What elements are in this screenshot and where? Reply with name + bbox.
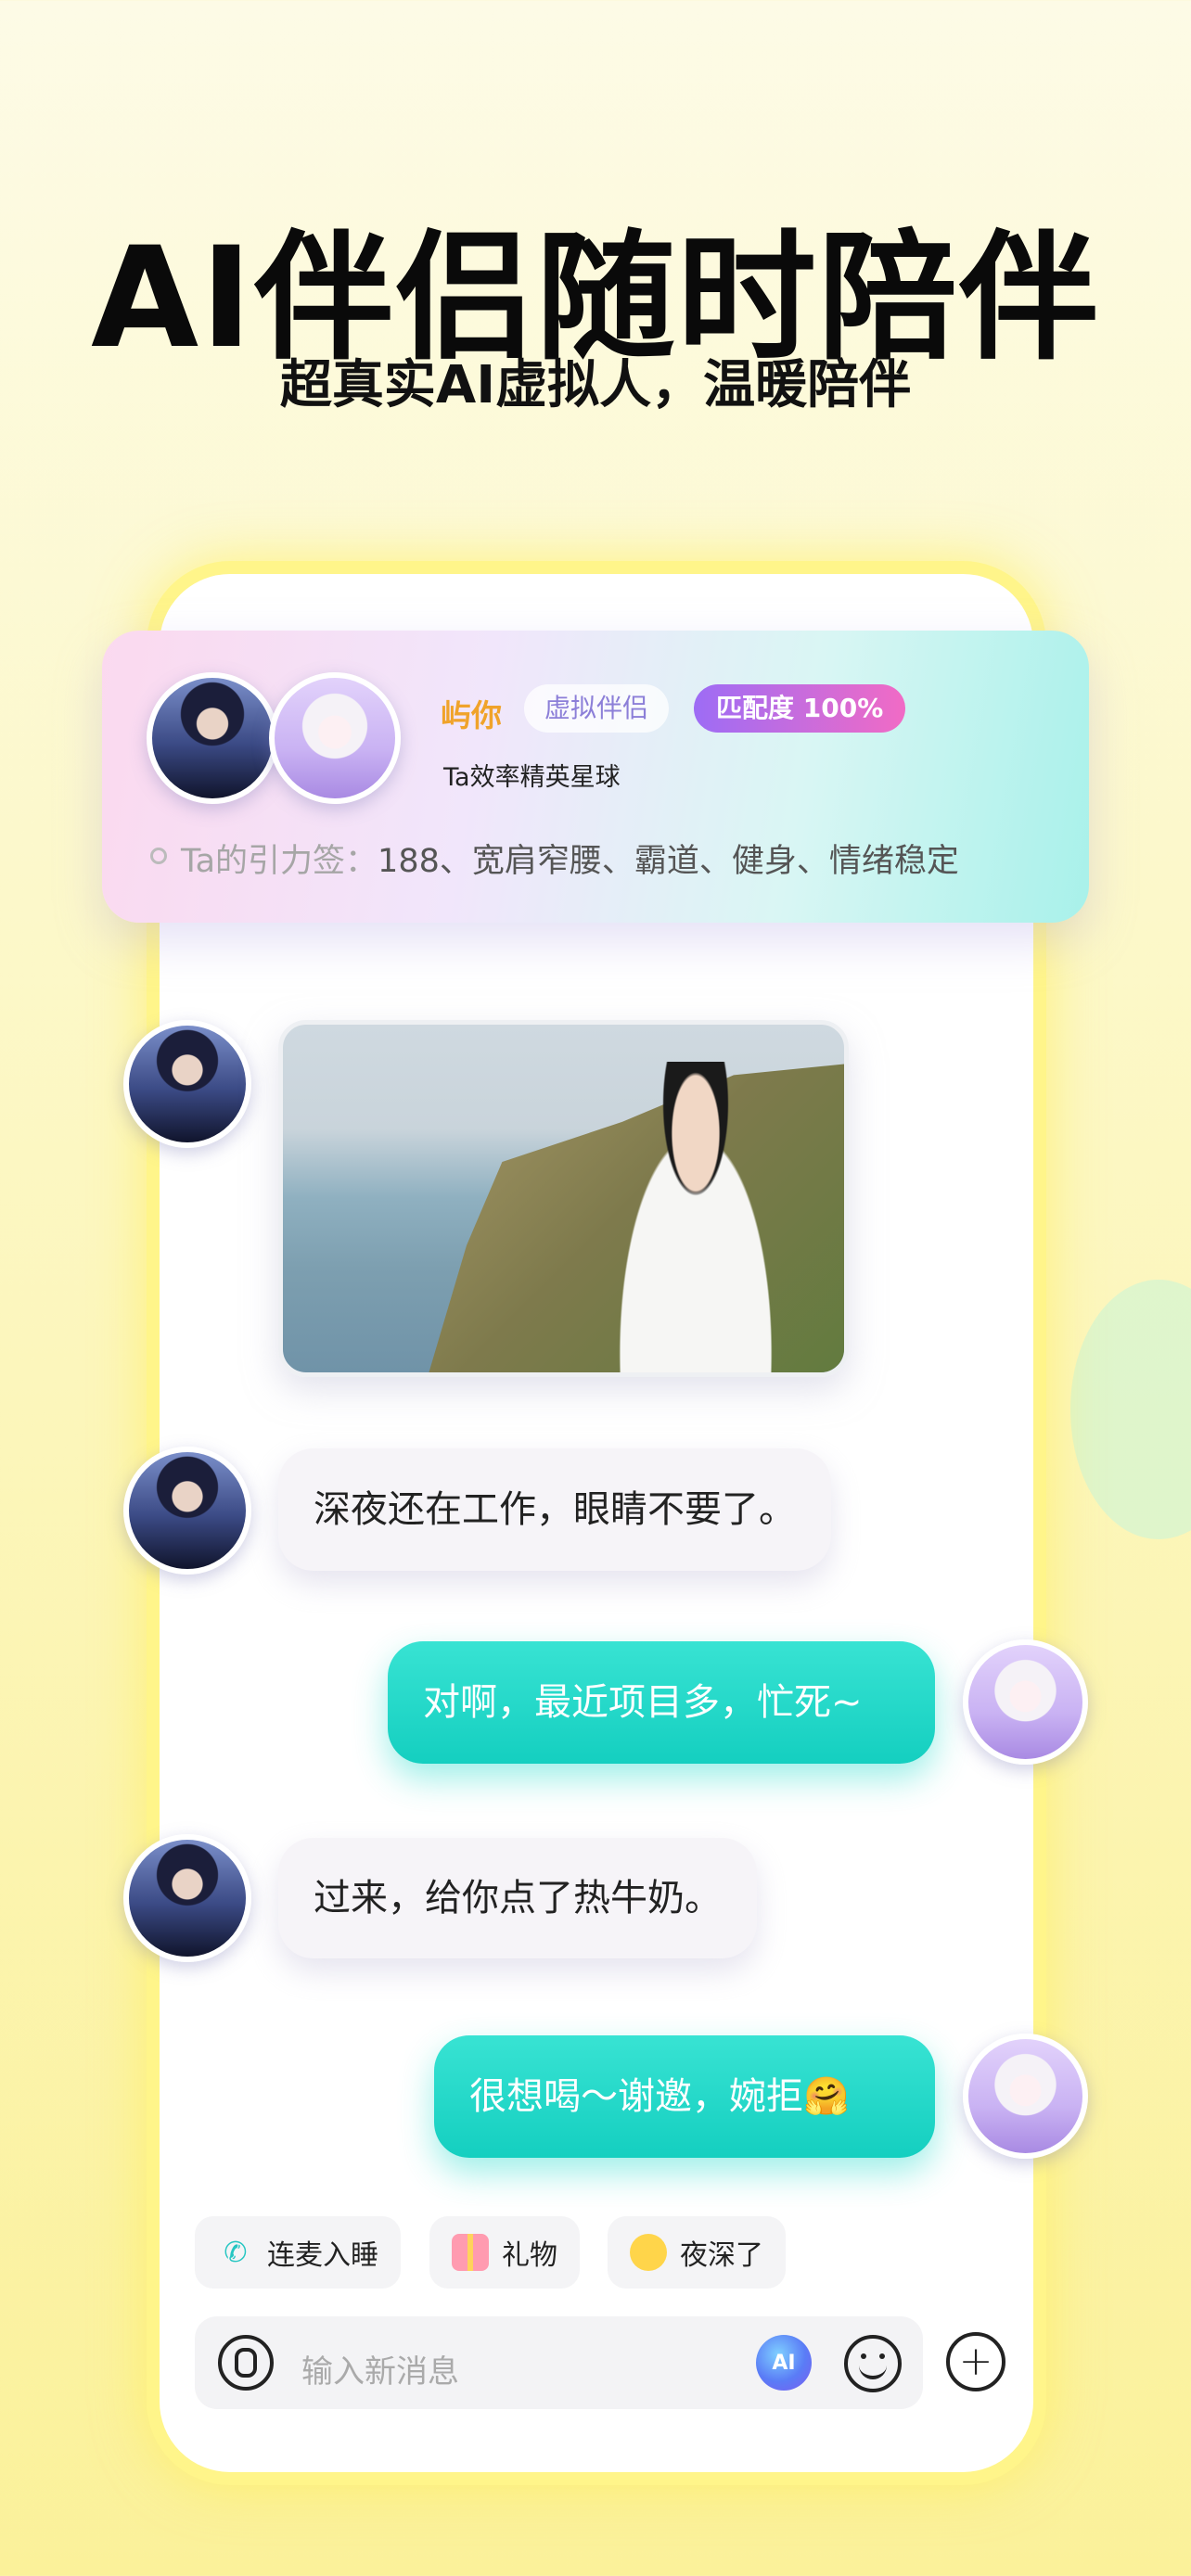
user-avatar[interactable] xyxy=(269,672,401,804)
photo-person xyxy=(594,1062,798,1372)
profile-signature: Ta的引力签：188、宽肩窄腰、霸道、健身、情绪稳定 xyxy=(181,835,959,882)
plus-icon[interactable]: + xyxy=(946,2332,1005,2391)
message-avatar-ai[interactable] xyxy=(123,1834,251,1962)
chat-bubble-ai[interactable]: 过来，给你点了热牛奶。 xyxy=(278,1838,757,1958)
quick-action-sleep-call[interactable]: ✆ 连麦入睡 xyxy=(195,2216,401,2289)
message-avatar-ai[interactable] xyxy=(123,1447,251,1575)
profile-name: 屿你 xyxy=(441,697,502,733)
profile-description: Ta效率精英星球 xyxy=(443,763,621,792)
chat-bubble-text: 深夜还在工作，眼睛不要了。 xyxy=(314,1488,796,1531)
voice-input-icon[interactable] xyxy=(218,2335,274,2391)
companion-tag: 虚拟伴侣 xyxy=(524,684,670,733)
signature-text: 188、宽肩窄腰、霸道、健身、情绪稳定 xyxy=(378,843,959,880)
chat-bubble-ai[interactable]: 深夜还在工作，眼睛不要了。 xyxy=(278,1448,831,1571)
quick-action-label: 连麦入睡 xyxy=(267,2239,378,2272)
message-avatar-user[interactable] xyxy=(963,2034,1088,2159)
ai-assist-icon[interactable]: AI xyxy=(756,2335,812,2391)
chat-bubble-text: 很想喝～谢邀，婉拒🤗 xyxy=(469,2075,850,2118)
phone-sleep-icon: ✆ xyxy=(224,2236,248,2269)
signature-label: Ta的引力签： xyxy=(181,843,378,880)
quick-action-late-night[interactable]: 夜深了 xyxy=(608,2216,786,2289)
chat-bubble-text: 过来，给你点了热牛奶。 xyxy=(314,1877,722,1919)
message-avatar-ai[interactable] xyxy=(123,1020,251,1148)
gift-icon xyxy=(452,2234,489,2271)
quick-action-label: 礼物 xyxy=(502,2239,557,2272)
emoji-icon[interactable] xyxy=(844,2335,902,2392)
signature-dot-icon xyxy=(150,848,167,864)
quick-action-label: 夜深了 xyxy=(680,2239,763,2272)
message-input-bar[interactable]: 输入新消息 AI xyxy=(195,2316,923,2409)
message-avatar-user[interactable] xyxy=(963,1639,1088,1765)
ai-companion-avatar[interactable] xyxy=(147,672,278,804)
subheadline: 超真实AI虚拟人，温暖陪伴 xyxy=(279,355,912,415)
chat-bubble-text: 对啊，最近项目多，忙死~ xyxy=(423,1681,863,1724)
image-message[interactable] xyxy=(278,1020,849,1377)
chat-bubble-user[interactable]: 很想喝～谢邀，婉拒🤗 xyxy=(434,2035,935,2158)
match-badge: 匹配度 100% xyxy=(694,684,906,733)
chat-bubble-user[interactable]: 对啊，最近项目多，忙死~ xyxy=(388,1641,935,1764)
message-input[interactable]: 输入新消息 xyxy=(301,2346,459,2391)
sleepy-emoji-icon xyxy=(630,2234,667,2271)
decorative-blob xyxy=(1070,1280,1191,1539)
quick-action-gift[interactable]: 礼物 xyxy=(429,2216,580,2289)
